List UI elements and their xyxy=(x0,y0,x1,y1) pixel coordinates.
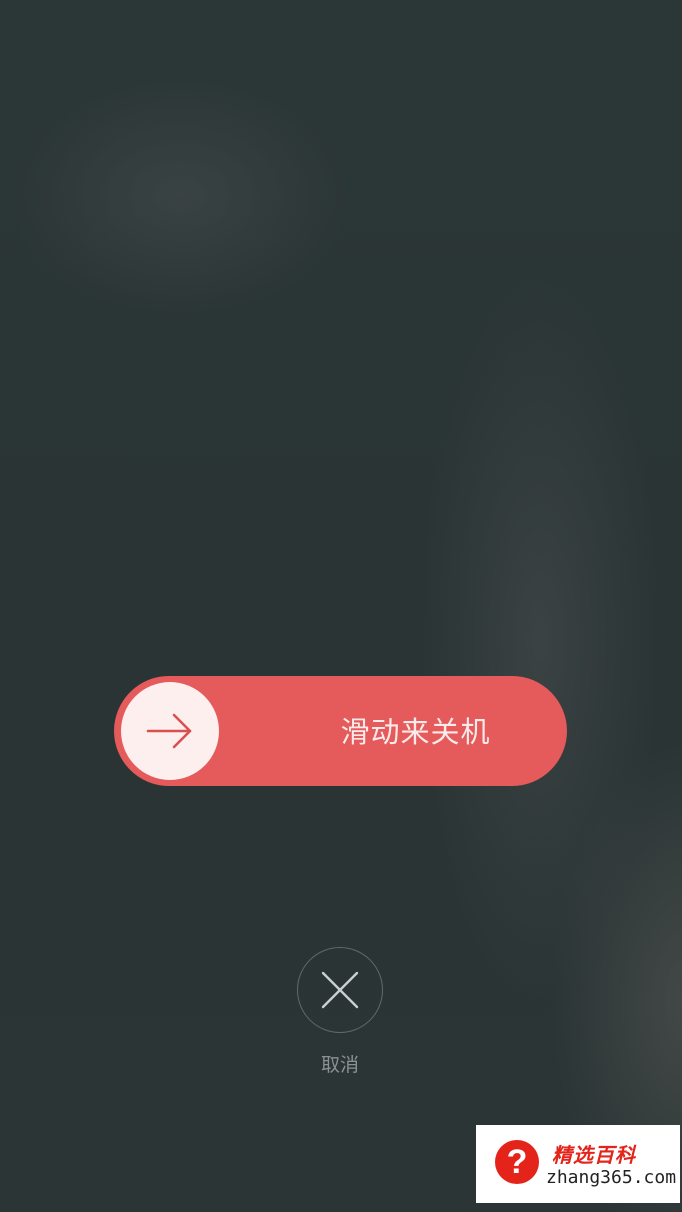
slide-to-power-off[interactable]: 滑动来关机 xyxy=(114,676,567,786)
watermark-logo: ? 精选百科 zhang365.com xyxy=(476,1125,680,1203)
cancel-button[interactable] xyxy=(297,947,383,1033)
slider-label: 滑动来关机 xyxy=(340,715,491,749)
cancel-label: 取消 xyxy=(320,1054,359,1076)
power-off-screen: 滑动来关机 取消 ? 精选百科 zhang365.com xyxy=(0,0,682,1212)
arrow-right-icon xyxy=(146,713,192,749)
watermark-title: 精选百科 xyxy=(552,1143,636,1167)
slider-handle[interactable] xyxy=(121,682,219,780)
close-icon xyxy=(321,971,359,1009)
watermark-url: zhang365.com xyxy=(546,1167,677,1188)
question-mark-icon: ? xyxy=(495,1140,539,1184)
